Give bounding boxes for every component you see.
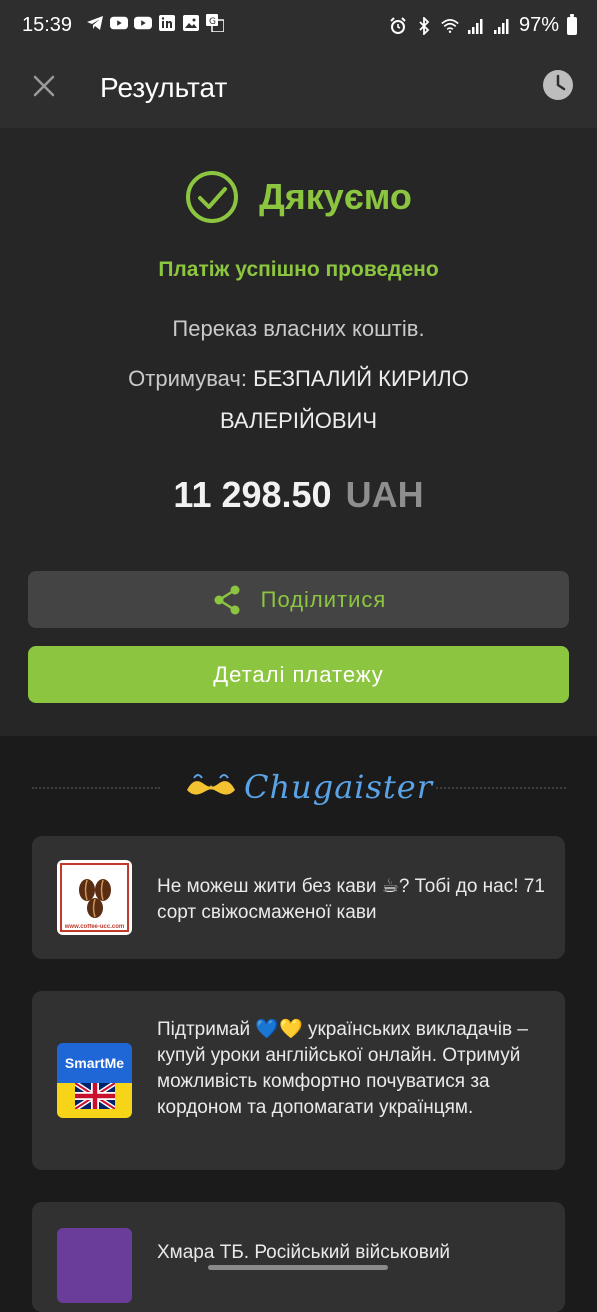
share-icon [214,585,240,614]
signal-icon [493,17,511,35]
youtube-icon [110,14,128,32]
promo-card-coffee[interactable]: www.coffee-ucc.com Не можеш жити без кав… [32,836,565,959]
youtube-icon [134,14,152,32]
divider [32,787,160,789]
wifi-icon [441,17,459,35]
mustache-icon [187,774,235,795]
recipient-label: Отримувач: [128,366,247,391]
close-icon [33,75,55,97]
hmara-logo [57,1228,132,1303]
coffee-site-url: www.coffee-ucc.com [64,924,125,930]
system-icons: 97% [389,13,577,37]
share-label: Поділитися [260,586,387,612]
svg-text:G: G [209,17,216,27]
promo-text: Не можеш жити без кави ☕? Тобі до нас! 7… [157,876,545,923]
recipient: Отримувач: БЕЗПАЛИЙ КИРИЛО ВАЛЕРІЙОВИЧ [90,358,507,442]
bluetooth-icon [415,16,433,35]
status-time: 15:39 [22,14,73,36]
history-button[interactable] [541,68,575,102]
thanks-title: Дякуємо [259,176,412,217]
share-button[interactable]: Поділитися [28,571,569,628]
close-button[interactable] [28,70,60,102]
transfer-description: Переказ власних коштів. [172,316,425,341]
promo-text: Підтримай 💙💛 українських викладачів – ку… [157,1019,528,1118]
thanks-header: Дякуємо [0,170,597,224]
check-circle-icon [186,171,239,223]
status-bar: 15:39 G 97% [0,0,597,52]
linkedin-icon [158,14,176,32]
chugaister-logo: Chugaister [184,768,433,806]
telegram-icon [86,14,104,32]
battery-percent: 97% [518,14,559,36]
battery-icon [567,13,577,35]
smartme-logo: SmartMe [57,1043,132,1118]
app-bar: Результат [0,52,597,128]
payment-result-panel: Дякуємо Платіж успішно проведено Переказ… [0,128,597,736]
payment-details-label: Деталі платежу [213,661,384,687]
chugaister-section-header: Chugaister [0,760,597,816]
signal-icon [467,17,485,35]
notification-icons: G [86,14,224,32]
promo-card-smartme[interactable]: SmartMe Підтримай 💙💛 українських виклада… [32,991,565,1170]
clock-icon [543,70,573,100]
home-indicator[interactable] [208,1265,388,1270]
gallery-icon [182,14,200,32]
coffee-logo: www.coffee-ucc.com [57,860,132,935]
recipient-name: БЕЗПАЛИЙ КИРИЛО ВАЛЕРІЙОВИЧ [219,366,469,433]
translate-icon: G [206,14,224,32]
smartme-label: SmartMe [64,1055,125,1071]
page-title: Результат [100,72,228,103]
uk-flag-icon [75,1083,115,1109]
amount: 11 298.50 UAH [0,474,597,516]
promo-card-hmara[interactable]: Хмара ТБ. Російський військовий [32,1202,565,1312]
success-message: Платіж успішно проведено [158,258,439,281]
payment-details-button[interactable]: Деталі платежу [28,646,569,703]
amount-currency: UAH [345,474,424,515]
chugaister-brand: Chugaister [244,768,434,806]
promo-text: Хмара ТБ. Російський військовий [157,1242,451,1263]
alarm-icon [389,16,407,35]
amount-value: 11 298.50 [173,474,332,515]
divider [436,787,566,789]
